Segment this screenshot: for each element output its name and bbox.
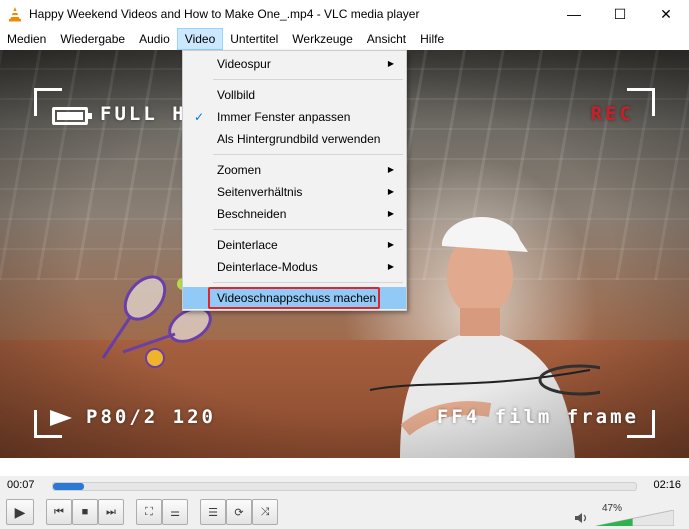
playlist-button[interactable]: ☰ (200, 499, 226, 525)
playlist-icon: ☰ (208, 506, 218, 519)
submenu-arrow-icon: ▶ (387, 209, 394, 218)
menu-untertitel[interactable]: Untertitel (223, 28, 285, 50)
next-button[interactable]: ⏭ (98, 499, 124, 525)
fullscreen-button[interactable]: ⛶ (136, 499, 162, 525)
menu-item-label: Videospur (217, 57, 271, 71)
menu-item-seitenverhaeltnis[interactable]: Seitenverhältnis ▶ (183, 181, 406, 203)
submenu-arrow-icon: ▶ (387, 165, 394, 174)
stop-icon: ■ (81, 506, 89, 518)
menu-audio[interactable]: Audio (132, 28, 177, 50)
seek-slider[interactable] (52, 482, 637, 491)
previous-icon: ⏮ (54, 505, 64, 518)
menu-video[interactable]: Video (176, 28, 224, 50)
menu-werkzeuge[interactable]: Werkzeuge (285, 28, 359, 50)
menu-item-videospur[interactable]: Videospur ▶ (183, 53, 406, 75)
menu-item-label: Vollbild (217, 88, 256, 102)
extended-settings-button[interactable]: ⚌ (162, 499, 188, 525)
overlay-film-frame: FF4 film frame (436, 406, 639, 428)
volume-control: 47% (574, 500, 684, 526)
highlight-outline (208, 287, 380, 309)
loop-button[interactable]: ⟳ (226, 499, 252, 525)
check-icon: ✓ (194, 110, 205, 124)
overlay-camera-settings: P80/2 120 (86, 406, 216, 428)
menu-item-vollbild[interactable]: Vollbild (183, 84, 406, 106)
menu-item-label: Immer Fenster anpassen (217, 110, 351, 124)
seek-progress (53, 483, 85, 490)
stop-button[interactable]: ■ (72, 499, 98, 525)
minimize-button[interactable]: — (551, 0, 597, 28)
submenu-arrow-icon: ▶ (387, 187, 394, 196)
menu-item-label: Deinterlace-Modus (217, 260, 318, 274)
volume-slider[interactable] (596, 510, 674, 526)
vlc-cone-icon (7, 6, 23, 22)
menu-bar: Medien Wiedergabe Audio Video Untertitel… (0, 28, 689, 50)
overlay-full-hd: FULL H (100, 103, 187, 125)
overlay-play-icon (50, 410, 72, 426)
menu-separator (213, 282, 403, 283)
menu-wiedergabe[interactable]: Wiedergabe (53, 28, 132, 50)
next-icon: ⏭ (106, 505, 116, 518)
play-button[interactable]: ▶ (6, 499, 34, 525)
play-icon: ▶ (14, 503, 26, 520)
menu-item-label: Zoomen (217, 163, 262, 177)
window-title: Happy Weekend Videos and How to Make One… (29, 7, 420, 21)
loop-icon: ⟳ (234, 506, 244, 519)
menu-item-deinterlace[interactable]: Deinterlace ▶ (183, 234, 406, 256)
video-menu-dropdown: Videospur ▶ Vollbild ✓ Immer Fenster anp… (182, 50, 407, 311)
speaker-icon[interactable] (574, 512, 588, 524)
equalizer-icon: ⚌ (170, 506, 180, 519)
menu-hilfe[interactable]: Hilfe (413, 28, 451, 50)
menu-item-zoomen[interactable]: Zoomen ▶ (183, 159, 406, 181)
submenu-arrow-icon: ▶ (387, 240, 394, 249)
menu-item-label: Seitenverhältnis (217, 185, 303, 199)
menu-item-immer-fenster-anpassen[interactable]: ✓ Immer Fenster anpassen (183, 106, 406, 128)
overlay-rec: REC (590, 103, 634, 125)
menu-item-deinterlace-modus[interactable]: Deinterlace-Modus ▶ (183, 256, 406, 278)
menu-ansicht[interactable]: Ansicht (360, 28, 413, 50)
close-button[interactable]: ✕ (643, 0, 689, 28)
title-bar: Happy Weekend Videos and How to Make One… (0, 0, 689, 28)
menu-item-label: Beschneiden (217, 207, 287, 221)
menu-item-label: Deinterlace (217, 238, 278, 252)
fullscreen-icon: ⛶ (145, 505, 153, 518)
menu-item-hintergrundbild[interactable]: Als Hintergrundbild verwenden (183, 128, 406, 150)
shuffle-icon: ⤨ (260, 505, 270, 518)
menu-separator (213, 154, 403, 155)
maximize-button[interactable]: ☐ (597, 0, 643, 28)
submenu-arrow-icon: ▶ (387, 59, 394, 68)
total-time: 02:16 (653, 479, 681, 491)
battery-icon (52, 107, 92, 125)
menu-medien[interactable]: Medien (0, 28, 53, 50)
elapsed-time: 00:07 (7, 479, 35, 491)
submenu-arrow-icon: ▶ (387, 262, 394, 271)
shuffle-button[interactable]: ⤨ (252, 499, 278, 525)
menu-separator (213, 229, 403, 230)
menu-item-videoschnappschuss[interactable]: Videoschnappschuss machen (183, 287, 406, 309)
previous-button[interactable]: ⏮ (46, 499, 72, 525)
menu-item-label: Als Hintergrundbild verwenden (217, 132, 381, 146)
menu-separator (213, 79, 403, 80)
menu-item-beschneiden[interactable]: Beschneiden ▶ (183, 203, 406, 225)
